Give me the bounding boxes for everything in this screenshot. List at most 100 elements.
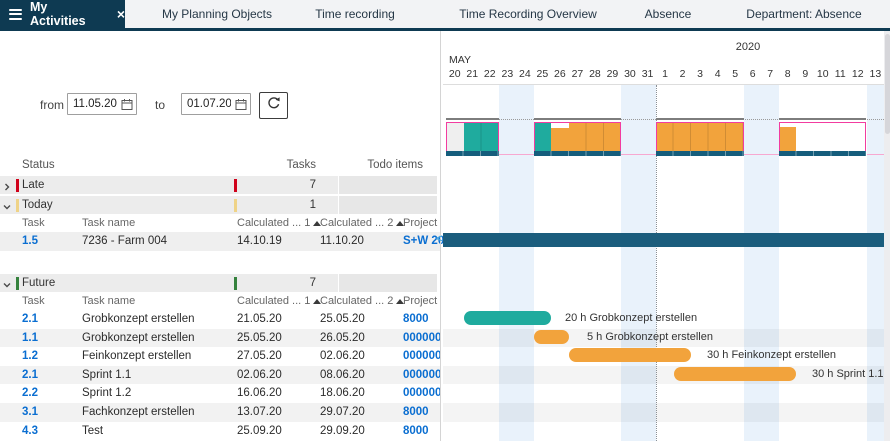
task-id-link[interactable]: 4.3 — [22, 422, 38, 441]
project-link[interactable]: 000000 — [403, 384, 441, 403]
project-column-header: Project — [403, 292, 437, 310]
gantt-bar-feinkonzept[interactable] — [569, 348, 692, 362]
day-label: 26 — [551, 68, 569, 80]
day-label: 28 — [586, 68, 604, 80]
day-label: 5 — [726, 68, 744, 80]
chevron-right-icon[interactable] — [2, 180, 12, 190]
calc-date-1: 21.05.20 — [237, 310, 282, 329]
to-date-input[interactable] — [187, 94, 231, 114]
gantt-bar-label: 30 h Sprint 1.1 — [812, 367, 884, 381]
baseline-bar — [446, 151, 499, 156]
weekend-band — [621, 85, 656, 441]
day-label: 3 — [691, 68, 709, 80]
chevron-down-icon[interactable] — [2, 278, 12, 288]
calc1-column-header[interactable]: Calculated ... 1 — [237, 292, 321, 310]
day-label: 2 — [674, 68, 692, 80]
table-row[interactable]: 4.3 Test 25.09.20 29.09.20 8000 — [0, 422, 440, 441]
refresh-button[interactable] — [259, 92, 288, 119]
task-name: Sprint 1.1 — [82, 366, 131, 385]
group-todo-cell — [338, 176, 437, 194]
gantt-bar-project[interactable] — [443, 233, 884, 247]
calendar-icon[interactable] — [235, 98, 247, 116]
scrollbar-thumb[interactable] — [885, 34, 890, 134]
to-label: to — [155, 98, 165, 112]
row-stripe — [443, 403, 884, 422]
calc-date-1: 02.06.20 — [237, 366, 282, 385]
capacity-line — [656, 118, 744, 120]
calc2-column-header[interactable]: Calculated ... 2 — [320, 214, 404, 232]
calc2-column-header[interactable]: Calculated ... 2 — [320, 292, 404, 310]
calc-date-2: 18.06.20 — [320, 384, 365, 403]
group-row-today[interactable]: Today 1 — [0, 196, 437, 214]
gantt-bar-grobkonzept[interactable] — [464, 311, 552, 325]
tab-my-planning-objects[interactable]: My Planning Objects — [162, 0, 272, 28]
baseline-bar — [534, 151, 622, 156]
close-icon[interactable]: × — [117, 6, 125, 22]
capacity-line — [446, 118, 499, 120]
calc-date-2: 29.09.20 — [320, 422, 365, 441]
capacity-outline-weekend — [621, 154, 656, 155]
capacity-line — [779, 118, 867, 120]
task-id-link[interactable]: 1.1 — [22, 329, 38, 348]
task-name-column-header: Task name — [82, 214, 135, 232]
day-label: 24 — [516, 68, 534, 80]
day-label: 11 — [832, 68, 850, 80]
from-date-input[interactable] — [73, 94, 117, 114]
project-link[interactable]: 000000 — [403, 329, 441, 348]
task-id-link[interactable]: 1.5 — [22, 232, 38, 251]
gantt-bar-grobkonzept-2[interactable] — [534, 330, 569, 344]
project-link[interactable]: 000000 — [403, 366, 441, 385]
project-link[interactable]: 8000 — [403, 310, 429, 329]
from-date-field[interactable] — [67, 93, 137, 115]
to-date-field[interactable] — [181, 93, 251, 115]
group-label: Today — [22, 196, 53, 214]
day-label: 25 — [534, 68, 552, 80]
calc-date-1: 25.09.20 — [237, 422, 282, 441]
table-row[interactable]: 1.2 Feinkonzept erstellen 27.05.20 02.06… — [0, 347, 440, 366]
day-label: 21 — [464, 68, 482, 80]
group-row-late[interactable]: Late 7 — [0, 176, 437, 194]
tab-absence[interactable]: Absence — [645, 0, 692, 28]
table-row[interactable]: 2.1 Sprint 1.1 02.06.20 08.06.20 000000 — [0, 366, 440, 385]
table-row[interactable]: 3.1 Fachkonzept erstellen 13.07.20 29.07… — [0, 403, 440, 422]
tab-department-absence[interactable]: Department: Absence — [746, 0, 861, 28]
task-id-link[interactable]: 3.1 — [22, 403, 38, 422]
table-row[interactable]: 1.1 Grobkonzept erstellen 25.05.20 26.05… — [0, 329, 440, 348]
project-link[interactable]: 000000 — [403, 347, 441, 366]
calc-date-2: 08.06.20 — [320, 366, 365, 385]
project-link[interactable]: 8000 — [403, 422, 429, 441]
project-link[interactable]: 8000 — [403, 403, 429, 422]
menu-icon[interactable] — [9, 6, 22, 22]
from-label: from — [40, 98, 64, 112]
gantt-bar-sprint[interactable] — [674, 367, 797, 381]
day-label: 6 — [744, 68, 762, 80]
task-name-column-header: Task name — [82, 292, 135, 310]
tab-bar: My Activities × My Planning Objects Time… — [0, 0, 890, 31]
day-label: 9 — [797, 68, 815, 80]
chevron-down-icon[interactable] — [2, 200, 12, 210]
task-id-link[interactable]: 2.1 — [22, 310, 38, 329]
table-row[interactable]: 1.5 7236 - Farm 004 14.10.19 11.10.20 S+… — [0, 232, 440, 251]
refresh-icon — [266, 95, 282, 116]
group-row-future[interactable]: Future 7 — [0, 274, 437, 292]
task-id-link[interactable]: 1.2 — [22, 347, 38, 366]
calc1-column-header[interactable]: Calculated ... 1 — [237, 214, 321, 232]
table-header: Status Tasks Todo items — [0, 155, 437, 177]
vertical-scrollbar[interactable] — [884, 31, 890, 441]
tab-time-recording[interactable]: Time recording — [315, 0, 395, 28]
tab-my-activities[interactable]: My Activities × — [0, 0, 125, 28]
task-id-link[interactable]: 2.1 — [22, 366, 38, 385]
tab-time-recording-overview[interactable]: Time Recording Overview — [459, 0, 597, 28]
task-id-link[interactable]: 2.2 — [22, 384, 38, 403]
table-row[interactable]: 2.1 Grobkonzept erstellen 21.05.20 25.05… — [0, 310, 440, 329]
group-todo-cell — [338, 196, 437, 214]
task-sub-header: Task Task name Calculated ... 1 Calculat… — [0, 292, 437, 310]
calc-date-1: 27.05.20 — [237, 347, 282, 366]
timeline-year: 2020 — [713, 41, 783, 53]
table-row[interactable]: 2.2 Sprint 1.2 16.06.20 18.06.20 000000 — [0, 384, 440, 403]
gantt-chart: 2020 MAY 20 21 22 23 24 25 26 27 28 29 3… — [443, 31, 884, 441]
task-column-header: Task — [22, 214, 45, 232]
calendar-icon[interactable] — [121, 98, 133, 116]
baseline-bar — [779, 151, 867, 156]
task-name: Grobkonzept erstellen — [82, 329, 195, 348]
